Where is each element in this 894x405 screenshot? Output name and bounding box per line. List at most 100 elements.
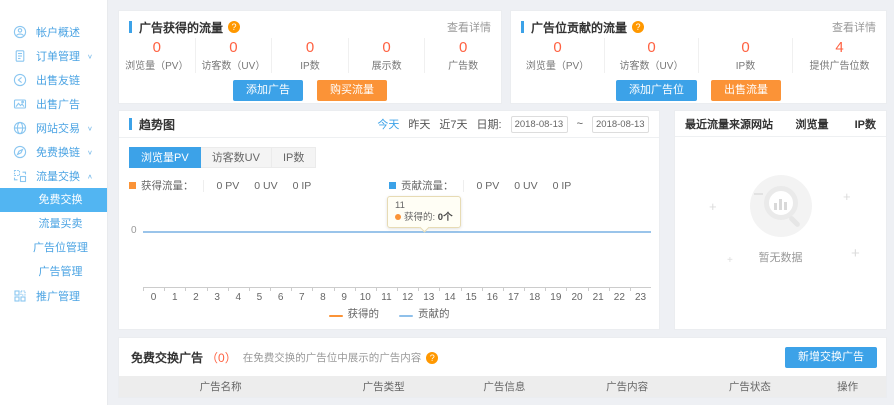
globe-icon	[13, 121, 27, 135]
add-ad-button[interactable]: 添加广告	[233, 80, 303, 101]
add-adslot-button[interactable]: 添加广告位	[616, 80, 697, 101]
chart-tooltip: 11 获得的: 0个	[387, 196, 461, 228]
help-icon[interactable]: ?	[426, 352, 438, 364]
panel-title: 广告位贡献的流量	[531, 19, 627, 36]
sidebar-item-free-link-exchange[interactable]: 免费换链 ∨	[0, 140, 107, 164]
contributed-line-swatch	[399, 315, 413, 317]
gain-legend: 获得流量： 0 PV0 UV0 IP	[129, 178, 389, 193]
magnifier-chart-icon	[764, 186, 798, 220]
title-accent-bar	[129, 118, 132, 130]
give-legend-label: 贡献流量：	[401, 178, 454, 193]
x-tick: 3	[207, 288, 228, 303]
tooltip-series-dot	[395, 214, 401, 220]
chart-zero-line	[143, 231, 651, 233]
stat-impressions: 0展示数	[349, 38, 426, 73]
stat-uv: 0访客数（UV）	[196, 38, 273, 73]
sidebar-item-sell-ads[interactable]: 出售广告	[0, 92, 107, 116]
sidebar-item-label: 网站交易	[36, 120, 80, 136]
source-col-site: 最近流量来源网站	[685, 116, 784, 132]
x-tick: 14	[439, 288, 460, 303]
legend-item-gained[interactable]: 获得的	[329, 306, 380, 321]
range-today[interactable]: 今天	[377, 116, 399, 132]
sidebar-item-label: 免费换链	[36, 144, 80, 160]
tab-ip[interactable]: IP数	[272, 147, 316, 168]
sidebar-subitem-free-exchange[interactable]: 免费交换	[0, 188, 107, 212]
sidebar-item-site-trade[interactable]: 网站交易 ∨	[0, 116, 107, 140]
ads-table-header: 广告名称 广告类型 广告信息 广告内容 广告状态 操作	[119, 376, 886, 398]
panel-title: 广告获得的流量	[139, 19, 223, 36]
plus-decoration-icon: +	[843, 189, 851, 204]
x-tick: 21	[588, 288, 609, 303]
sidebar-item-label: 流量交换	[36, 168, 80, 184]
no-data-text: 暂无数据	[675, 249, 886, 265]
sidebar-item-account-overview[interactable]: 帐户概述	[0, 20, 107, 44]
trend-chart-panel: 趋势图 今天 昨天 近7天 日期: ~ 浏览量PV 访客数UV IP数 获得流量…	[118, 110, 660, 330]
sidebar-item-sell-links[interactable]: 出售友链	[0, 68, 107, 92]
gained-line-swatch	[329, 315, 343, 317]
tab-pv[interactable]: 浏览量PV	[129, 147, 201, 168]
date-from-input[interactable]	[511, 116, 568, 133]
x-tick: 15	[461, 288, 482, 303]
chart-bottom-legend: 获得的 贡献的	[119, 306, 659, 321]
add-exchange-ad-button[interactable]: 新增交换广告	[785, 347, 877, 368]
tooltip-series-value: 0个	[438, 212, 453, 223]
sidebar-item-promotion-management[interactable]: 推广管理	[0, 284, 107, 308]
sidebar-item-label: 推广管理	[36, 288, 80, 304]
sidebar-subitem-ad-management[interactable]: 广告管理	[0, 260, 107, 284]
help-icon[interactable]: ?	[632, 21, 644, 33]
chevron-down-icon: ∨	[87, 124, 93, 131]
title-accent-bar	[521, 21, 524, 33]
x-axis-ticks: 01234567891011121314151617181920212223	[143, 287, 651, 303]
minus-decoration-icon	[754, 193, 763, 195]
gain-legend-label: 获得流量：	[141, 178, 194, 193]
user-icon	[13, 25, 27, 39]
give-legend-swatch	[389, 182, 396, 189]
buy-traffic-button[interactable]: 购买流量	[317, 80, 387, 101]
x-tick: 6	[270, 288, 291, 303]
sidebar-item-label: 订单管理	[36, 48, 80, 64]
x-tick: 23	[630, 288, 651, 303]
view-details-link[interactable]: 查看详情	[832, 19, 876, 35]
col-ad-status: 广告状态	[690, 379, 809, 394]
col-ad-content: 广告内容	[564, 379, 691, 394]
x-tick: 19	[545, 288, 566, 303]
stat-pv: 0浏览量（PV）	[511, 38, 605, 73]
sell-traffic-button[interactable]: 出售流量	[711, 80, 781, 101]
x-tick: 0	[143, 288, 164, 303]
x-tick: 16	[482, 288, 503, 303]
sidebar-item-label: 出售友链	[36, 72, 80, 88]
range-yesterday[interactable]: 昨天	[408, 116, 430, 132]
exchange-icon	[13, 169, 27, 183]
tab-uv[interactable]: 访客数UV	[201, 147, 272, 168]
compass-icon	[13, 145, 27, 159]
chevron-down-icon: ∨	[87, 148, 93, 155]
no-data-icon	[750, 175, 812, 237]
date-label: 日期:	[477, 116, 502, 132]
grid-icon	[13, 289, 27, 303]
x-tick: 13	[418, 288, 439, 303]
range-last7days[interactable]: 近7天	[439, 116, 467, 132]
stat-uv: 0访客数（UV）	[605, 38, 699, 73]
title-accent-bar	[129, 21, 132, 33]
x-tick: 4	[228, 288, 249, 303]
source-col-pv: 浏览量	[784, 116, 840, 132]
x-tick: 11	[376, 288, 397, 303]
view-details-link[interactable]: 查看详情	[447, 19, 491, 35]
legend-item-contributed[interactable]: 贡献的	[399, 306, 450, 321]
sidebar-subitem-traffic-trade[interactable]: 流量买卖	[0, 212, 107, 236]
sidebar-item-traffic-exchange[interactable]: 流量交换 ∧	[0, 164, 107, 188]
x-tick: 8	[312, 288, 333, 303]
free-exchange-ads-panel: 免费交换广告 （0） 在免费交换的广告位中展示的广告内容 ? 新增交换广告 广告…	[118, 337, 887, 398]
x-tick: 9	[334, 288, 355, 303]
magnifier-handle	[788, 215, 801, 228]
sidebar-item-order-management[interactable]: 订单管理 ∨	[0, 44, 107, 68]
plus-decoration-icon: +	[709, 199, 717, 214]
date-to-input[interactable]	[592, 116, 649, 133]
sidebar-item-label: 出售广告	[36, 96, 80, 112]
gain-legend-values: 0 PV0 UV0 IP	[203, 180, 327, 192]
tooltip-series-label: 获得的:	[404, 212, 435, 223]
x-tick: 22	[609, 288, 630, 303]
stat-slots: 4提供广告位数	[793, 38, 886, 73]
sidebar-subitem-adslot-management[interactable]: 广告位管理	[0, 236, 107, 260]
help-icon[interactable]: ?	[228, 21, 240, 33]
